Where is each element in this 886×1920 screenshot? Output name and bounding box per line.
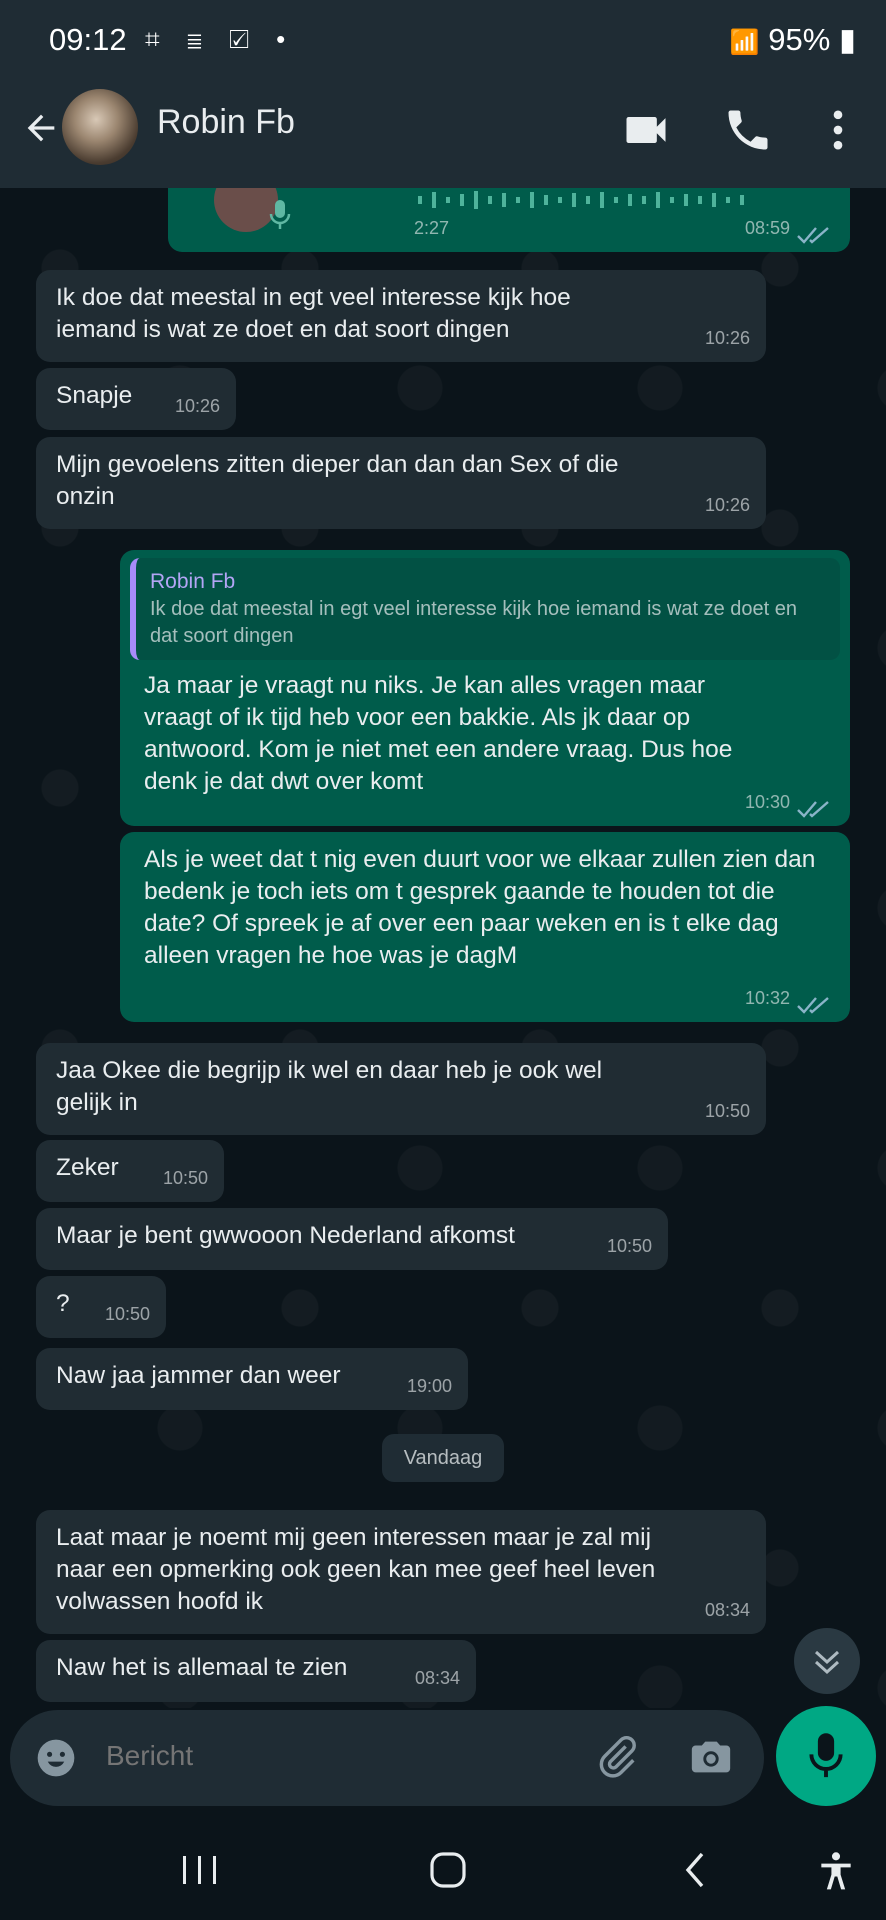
message-list[interactable]: 2:27 08:59 Ik doe dat meestal in egt vee… bbox=[0, 188, 886, 1708]
arrow-left-icon[interactable] bbox=[16, 104, 66, 164]
message-bubble[interactable]: Naw jaa jammer dan weer 19:00 bbox=[36, 1348, 468, 1410]
message-bubble[interactable]: Maar je bent gwwooon Nederland afkomst 1… bbox=[36, 1208, 668, 1270]
message-text: ? bbox=[56, 1290, 70, 1317]
battery-icon: ▮ bbox=[838, 22, 856, 57]
message-time: 10:32 bbox=[744, 988, 790, 1008]
message-bubble[interactable]: Mijn gevoelens zitten dieper dan dan dan… bbox=[36, 437, 766, 529]
scroll-to-bottom-button[interactable] bbox=[794, 1628, 860, 1694]
message-time: 10:30 bbox=[744, 792, 790, 812]
message-bubble[interactable]: Ik doe dat meestal in egt veel interesse… bbox=[36, 270, 766, 362]
message-bubble[interactable]: Als je weet dat t nig even duurt voor we… bbox=[120, 832, 850, 1022]
message-time: 10:50 bbox=[162, 1168, 208, 1188]
mic-icon bbox=[809, 1733, 843, 1778]
message-bubble[interactable]: Zeker 10:50 bbox=[36, 1140, 224, 1202]
mic-button[interactable] bbox=[776, 1706, 876, 1806]
video-call-icon[interactable] bbox=[620, 104, 672, 156]
message-text: Naw het is allemaal te zien bbox=[56, 1654, 348, 1681]
wifi-signal-icon: 📶 bbox=[729, 29, 760, 56]
message-bubble[interactable]: Jaa Okee die begrijp ik wel en daar heb … bbox=[36, 1043, 766, 1135]
message-text: Naw jaa jammer dan weer bbox=[56, 1362, 341, 1389]
system-nav-bar bbox=[0, 1820, 886, 1920]
message-text: Snapje bbox=[56, 382, 133, 409]
back-nav-icon[interactable] bbox=[680, 1850, 710, 1890]
message-time: 08:34 bbox=[704, 1600, 750, 1620]
mic-icon bbox=[269, 200, 291, 229]
message-bubble[interactable]: Naw het is allemaal te zien 08:34 bbox=[36, 1640, 476, 1702]
accessibility-icon[interactable] bbox=[814, 1848, 858, 1894]
message-time: 10:50 bbox=[104, 1304, 150, 1324]
contact-name[interactable]: Robin Fb bbox=[157, 103, 295, 142]
battery-level: 95% bbox=[768, 22, 831, 57]
message-time: 10:26 bbox=[174, 396, 220, 416]
camera-icon[interactable] bbox=[688, 1734, 734, 1780]
phone-icon[interactable] bbox=[722, 104, 774, 156]
waveform bbox=[418, 191, 744, 209]
message-time: 08:34 bbox=[414, 1668, 460, 1688]
message-text: Laat maar je noemt mij geen interessen m… bbox=[56, 1524, 656, 1615]
read-ticks-icon bbox=[797, 227, 829, 244]
status-right: 📶 95% ▮ bbox=[730, 22, 856, 58]
avatar[interactable] bbox=[62, 89, 138, 165]
voice-note-bubble[interactable]: 2:27 08:59 bbox=[168, 188, 850, 252]
message-time: 10:26 bbox=[704, 495, 750, 515]
message-text: Ja maar je vraagt nu niks. Je kan alles … bbox=[144, 672, 733, 795]
quoted-text: Ik doe dat meestal in egt veel interesse… bbox=[150, 598, 798, 647]
message-bubble[interactable]: Laat maar je noemt mij geen interessen m… bbox=[36, 1510, 766, 1634]
message-bubble[interactable]: Robin Fb Ik doe dat meestal in egt veel … bbox=[120, 550, 850, 826]
quoted-author: Robin Fb bbox=[150, 570, 236, 593]
voice-note-duration: 2:27 bbox=[414, 218, 450, 238]
message-time: 10:50 bbox=[606, 1236, 652, 1256]
chevrons-down-icon bbox=[814, 1650, 840, 1675]
message-text: Ik doe dat meestal in egt veel interesse… bbox=[56, 284, 571, 343]
message-time: 10:26 bbox=[704, 328, 750, 348]
home-icon[interactable] bbox=[428, 1850, 468, 1890]
status-time: 09:12 bbox=[49, 22, 127, 57]
message-text: Maar je bent gwwooon Nederland afkomst bbox=[56, 1222, 515, 1249]
message-time: 10:50 bbox=[704, 1101, 750, 1121]
recents-icon[interactable] bbox=[180, 1852, 220, 1888]
emoji-icon[interactable] bbox=[34, 1736, 78, 1780]
paperclip-icon[interactable] bbox=[594, 1734, 640, 1780]
read-ticks-icon bbox=[797, 801, 829, 818]
message-text: Als je weet dat t nig even duurt voor we… bbox=[144, 846, 816, 969]
day-separator: Vandaag bbox=[382, 1434, 504, 1482]
message-bubble[interactable]: ? 10:50 bbox=[36, 1276, 166, 1338]
status-notification-icons: ⌗ ≣ ☑ • bbox=[145, 24, 296, 54]
message-text: Jaa Okee die begrijp ik wel en daar heb … bbox=[56, 1057, 603, 1116]
message-text: Zeker bbox=[56, 1154, 119, 1181]
message-bubble[interactable]: Snapje 10:26 bbox=[36, 368, 236, 430]
quoted-message[interactable]: Robin Fb Ik doe dat meestal in egt veel … bbox=[130, 558, 840, 660]
message-time: 08:59 bbox=[744, 218, 790, 238]
more-vert-icon[interactable] bbox=[812, 104, 864, 156]
message-text: Mijn gevoelens zitten dieper dan dan dan… bbox=[56, 451, 619, 510]
message-time: 19:00 bbox=[406, 1376, 452, 1396]
status-bar: 09:12 ⌗ ≣ ☑ • 📶 95% ▮ bbox=[0, 0, 886, 84]
message-input[interactable] bbox=[106, 1740, 576, 1772]
read-ticks-icon bbox=[797, 997, 829, 1014]
